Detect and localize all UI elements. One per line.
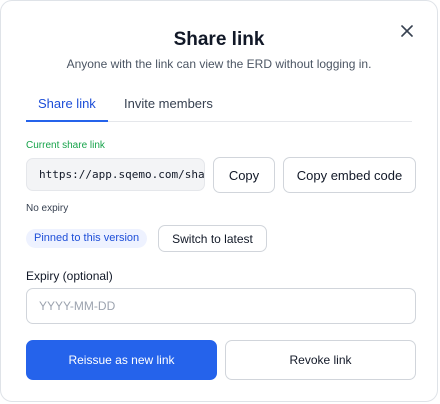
tab-share-link[interactable]: Share link — [38, 96, 96, 111]
dialog-title: Share link — [173, 29, 265, 50]
copy-embed-code-button[interactable]: Copy embed code — [283, 157, 416, 193]
expiry-label: Expiry (optional) — [26, 269, 113, 283]
tab-bar: Share link Invite members — [26, 86, 412, 122]
switch-to-latest-button[interactable]: Switch to latest — [158, 225, 267, 252]
current-share-link-label: Current share link — [26, 140, 105, 151]
tab-invite-members[interactable]: Invite members — [124, 96, 213, 111]
reissue-link-button[interactable]: Reissue as new link — [26, 340, 217, 380]
pinned-version-badge: Pinned to this version — [26, 229, 148, 248]
dialog-subtitle: Anyone with the link can view the ERD wi… — [66, 57, 372, 71]
share-url-field[interactable]: https://app.sqemo.com/share — [26, 158, 205, 191]
revoke-link-button[interactable]: Revoke link — [225, 340, 416, 380]
share-link-dialog: Share link Anyone with the link can view… — [0, 0, 438, 402]
copy-button[interactable]: Copy — [213, 157, 275, 193]
active-tab-indicator — [26, 120, 108, 122]
expiry-date-input[interactable] — [26, 288, 416, 324]
expiry-status: No expiry — [26, 203, 69, 214]
